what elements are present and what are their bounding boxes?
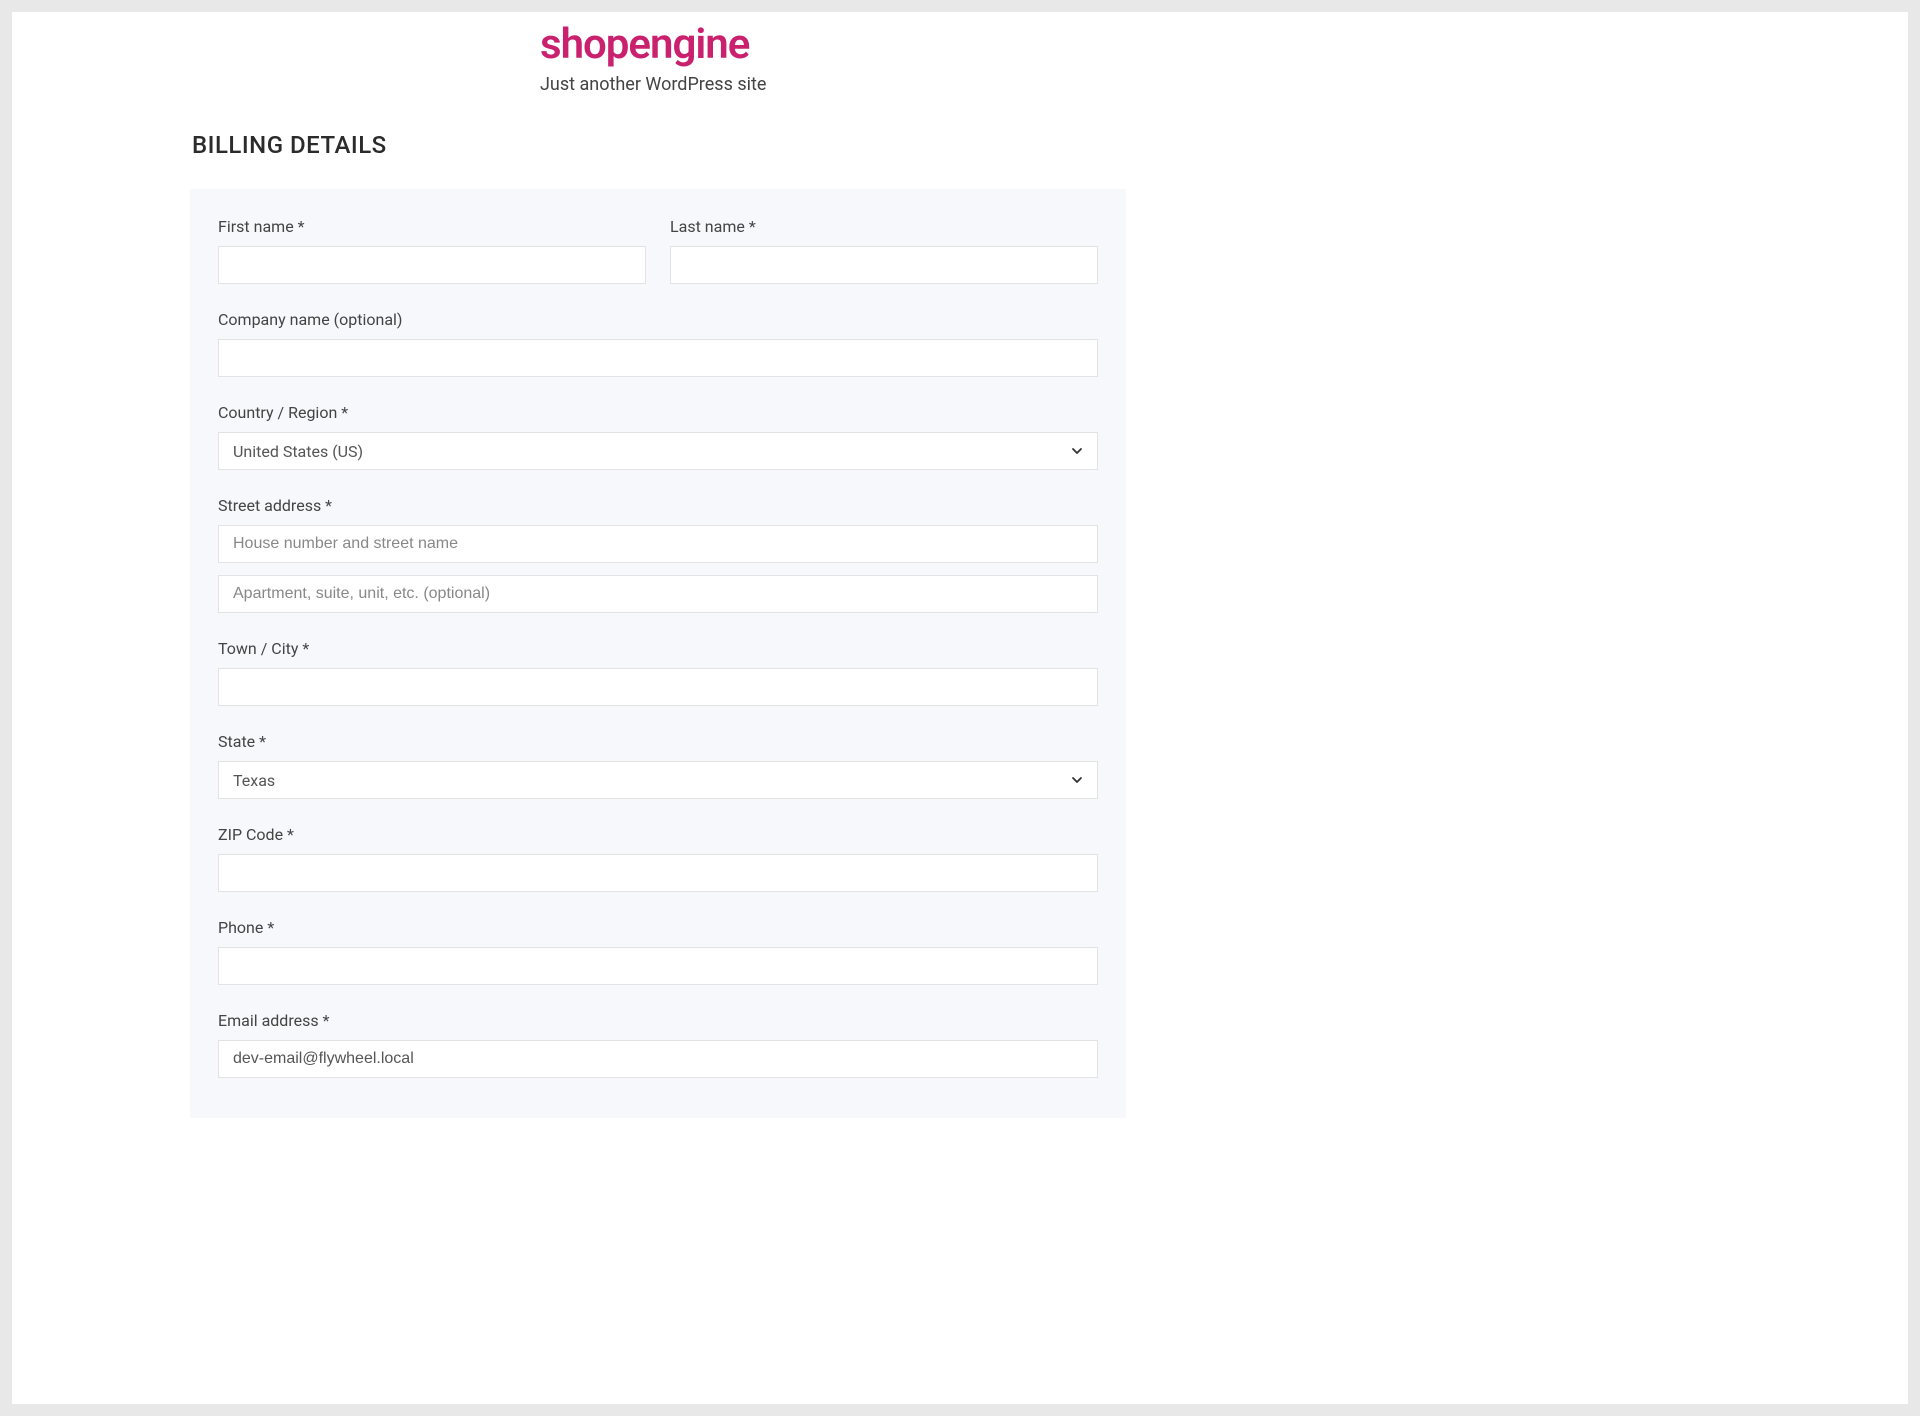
site-tagline: Just another WordPress site: [540, 74, 1545, 95]
phone-label: Phone *: [218, 918, 1098, 937]
first-name-input[interactable]: [218, 246, 646, 284]
company-label: Company name (optional): [218, 310, 1098, 329]
site-header: shopengine Just another WordPress site: [375, 22, 1545, 95]
street-address-2-input[interactable]: [218, 575, 1098, 613]
street-label: Street address *: [218, 496, 1098, 515]
email-label: Email address *: [218, 1011, 1098, 1030]
billing-details-heading: BILLING DETAILS: [192, 131, 1908, 159]
country-selected-value: United States (US): [233, 442, 1071, 461]
zip-label: ZIP Code *: [218, 825, 1098, 844]
zip-input[interactable]: [218, 854, 1098, 892]
phone-input[interactable]: [218, 947, 1098, 985]
state-selected-value: Texas: [233, 771, 1071, 790]
email-input[interactable]: [218, 1040, 1098, 1078]
page: shopengine Just another WordPress site B…: [12, 12, 1908, 1404]
last-name-input[interactable]: [670, 246, 1098, 284]
billing-form: First name * Last name * Company name (o…: [190, 189, 1126, 1118]
chevron-down-icon: [1071, 445, 1083, 457]
site-title: shopengine: [540, 22, 1545, 68]
chevron-down-icon: [1071, 774, 1083, 786]
city-label: Town / City *: [218, 639, 1098, 658]
country-label: Country / Region *: [218, 403, 1098, 422]
state-select[interactable]: Texas: [218, 761, 1098, 799]
last-name-label: Last name *: [670, 217, 1098, 236]
city-input[interactable]: [218, 668, 1098, 706]
first-name-label: First name *: [218, 217, 646, 236]
street-address-1-input[interactable]: [218, 525, 1098, 563]
company-input[interactable]: [218, 339, 1098, 377]
country-select[interactable]: United States (US): [218, 432, 1098, 470]
state-label: State *: [218, 732, 1098, 751]
